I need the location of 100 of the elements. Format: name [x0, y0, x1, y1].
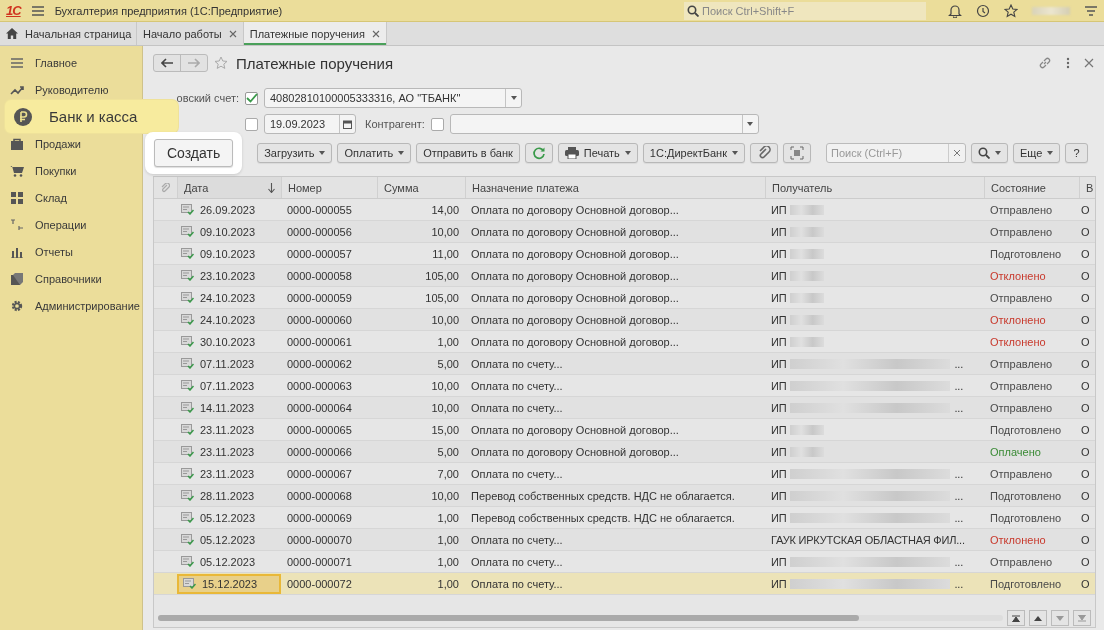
more-icon[interactable]: [1066, 57, 1070, 69]
menu-icon[interactable]: [30, 4, 45, 17]
column-header[interactable]: В: [1079, 177, 1094, 198]
column-header[interactable]: Получатель: [765, 177, 984, 198]
history-icon[interactable]: [976, 3, 990, 18]
print-button[interactable]: Печать: [557, 143, 638, 163]
column-header[interactable]: Назначение платежа: [465, 177, 765, 198]
scan-button[interactable]: [783, 143, 811, 163]
tab[interactable]: Начальная страница: [0, 22, 137, 45]
table-cell-text: Оплата по счету...: [470, 401, 564, 414]
sidebar-item[interactable]: Покупки: [0, 157, 142, 184]
menu-icon: [10, 56, 24, 69]
table-cell: 30.10.2023: [177, 331, 281, 352]
table-row[interactable]: 28.11.2023 0000-000068 10,00 Перевод собственных средств. НДС не облагается. ИП ... Подготовлено О: [154, 485, 1095, 507]
toolbar-button[interactable]: ?: [1065, 143, 1088, 163]
star-icon[interactable]: [1004, 3, 1018, 18]
document-icon: [181, 204, 194, 215]
account-field[interactable]: 40802810100005333316, АО "ТБАНК": [264, 88, 522, 108]
account-checkbox[interactable]: [245, 91, 258, 105]
counterparty-field[interactable]: [449, 114, 759, 134]
filter-menu-icon[interactable]: [1084, 3, 1098, 18]
last-row-button[interactable]: [1073, 610, 1091, 626]
link-icon[interactable]: [1038, 56, 1052, 70]
app-logo[interactable]: 1С: [6, 3, 21, 18]
sidebar-item[interactable]: Руководителю: [0, 76, 142, 103]
table-row[interactable]: 24.10.2023 0000-000060 10,00 Оплата по договору Основной договор... ИП Отклонено О: [154, 309, 1095, 331]
sidebar-item[interactable]: Банк и касса: [5, 100, 178, 133]
search-icon: [687, 4, 699, 17]
table-cell-text: О: [1080, 511, 1091, 524]
table-cell: ИП: [771, 247, 787, 260]
table-row[interactable]: 15.12.2023 0000-000072 1,00 Оплата по счету... ИП ... Подготовлено О: [154, 573, 1095, 595]
previous-row-button[interactable]: [1029, 610, 1047, 626]
document-icon: [181, 226, 194, 237]
table-cell: ИП: [771, 291, 787, 304]
bar-chart-icon: [10, 245, 24, 258]
sidebar-item[interactable]: Справочники: [0, 265, 142, 292]
toolbar-button[interactable]: Еще: [1013, 143, 1061, 163]
star-icon[interactable]: [214, 56, 228, 70]
blurred-name: [790, 204, 825, 215]
first-row-button[interactable]: [1007, 610, 1025, 626]
table-cell-text: 0000-000055: [286, 203, 353, 216]
period-checkbox[interactable]: [245, 117, 258, 131]
close-icon[interactable]: [228, 29, 237, 38]
printer-icon: [564, 147, 579, 159]
toolbar-button[interactable]: Оплатить: [337, 143, 412, 163]
caret-icon: [732, 151, 738, 155]
tab[interactable]: Платежные поручения: [243, 22, 387, 45]
table-cell-text: 1,00: [436, 577, 460, 590]
table-cell-text: 10,00: [430, 489, 460, 502]
date-field[interactable]: 19.09.2023: [264, 114, 356, 134]
table-row[interactable]: 07.11.2023 0000-000062 5,00 Оплата по счету... ИП ... Отправлено О: [154, 353, 1095, 375]
table-row[interactable]: 23.11.2023 0000-000066 5,00 Оплата по договору Основной договор... ИП Оплачено О: [154, 441, 1095, 463]
table-row[interactable]: 14.11.2023 0000-000064 10,00 Оплата по счету... ИП ... Отправлено О: [154, 397, 1095, 419]
status-text: Отправлено: [989, 467, 1054, 480]
table-row[interactable]: 23.10.2023 0000-000058 105,00 Оплата по договору Основной договор... ИП Отклонено О: [154, 265, 1095, 287]
refresh-icon: [531, 146, 546, 160]
sidebar-item[interactable]: Администрирование: [0, 292, 142, 319]
sidebar-item[interactable]: Операции: [0, 211, 142, 238]
paperclip-icon: [757, 146, 771, 160]
calendar-icon: [343, 119, 352, 129]
status-text: Подготовлено: [989, 577, 1063, 590]
table-cell: ИП: [771, 423, 787, 436]
toolbar-button[interactable]: Отправить в банк: [416, 143, 520, 163]
table-cell: ...: [954, 379, 963, 392]
document-icon: [181, 358, 194, 369]
table-row[interactable]: 09.10.2023 0000-000056 10,00 Оплата по договору Основной договор... ИП Отправлено О: [154, 221, 1095, 243]
sidebar-item[interactable]: Продажи: [0, 130, 142, 157]
table-cell-text: 0000-000065: [286, 423, 353, 436]
bell-icon[interactable]: [948, 3, 962, 18]
toolbar-button[interactable]: Загрузить: [257, 143, 333, 163]
table-cell: 23.10.2023: [177, 265, 281, 286]
document-icon: [181, 248, 194, 259]
close-icon[interactable]: [371, 29, 380, 38]
caret-icon: [995, 151, 1001, 155]
column-header[interactable]: Дата: [177, 177, 281, 198]
toolbar-button[interactable]: 1С:ДиректБанк: [642, 143, 745, 163]
search-options-button[interactable]: [971, 143, 1008, 163]
refresh-button[interactable]: [524, 143, 553, 163]
document-icon: [181, 446, 194, 457]
table-row[interactable]: 05.12.2023 0000-000070 1,00 Оплата по счету... ГАУК ИРКУТСКАЯ ОБЛАСТНАЯ ФИЛ... Отклонено О: [154, 529, 1095, 551]
caret-icon: [510, 96, 517, 100]
table-cell-text: О: [1080, 379, 1091, 392]
column-header[interactable]: Номер: [281, 177, 377, 198]
sidebar-item[interactable]: Склад: [0, 184, 142, 211]
column-header[interactable]: Состояние: [984, 177, 1079, 198]
column-header[interactable]: Сумма: [377, 177, 465, 198]
create-button[interactable]: Создать: [154, 139, 234, 167]
table-cell: ...: [954, 489, 963, 502]
tab[interactable]: Начало работы: [137, 22, 244, 45]
horizontal-scrollbar[interactable]: [158, 615, 1003, 621]
close-icon[interactable]: [1084, 58, 1094, 68]
attach-button[interactable]: [750, 143, 778, 163]
table-cell: ИП: [771, 203, 787, 216]
status-text: Отправлено: [989, 225, 1054, 238]
table-cell-text: О: [1080, 313, 1091, 326]
sidebar-item[interactable]: Отчеты: [0, 238, 142, 265]
status-text: Отклонено: [989, 269, 1047, 282]
sidebar-item[interactable]: Главное: [0, 49, 142, 76]
counterparty-checkbox[interactable]: [430, 117, 444, 131]
clear-icon[interactable]: [954, 150, 960, 156]
